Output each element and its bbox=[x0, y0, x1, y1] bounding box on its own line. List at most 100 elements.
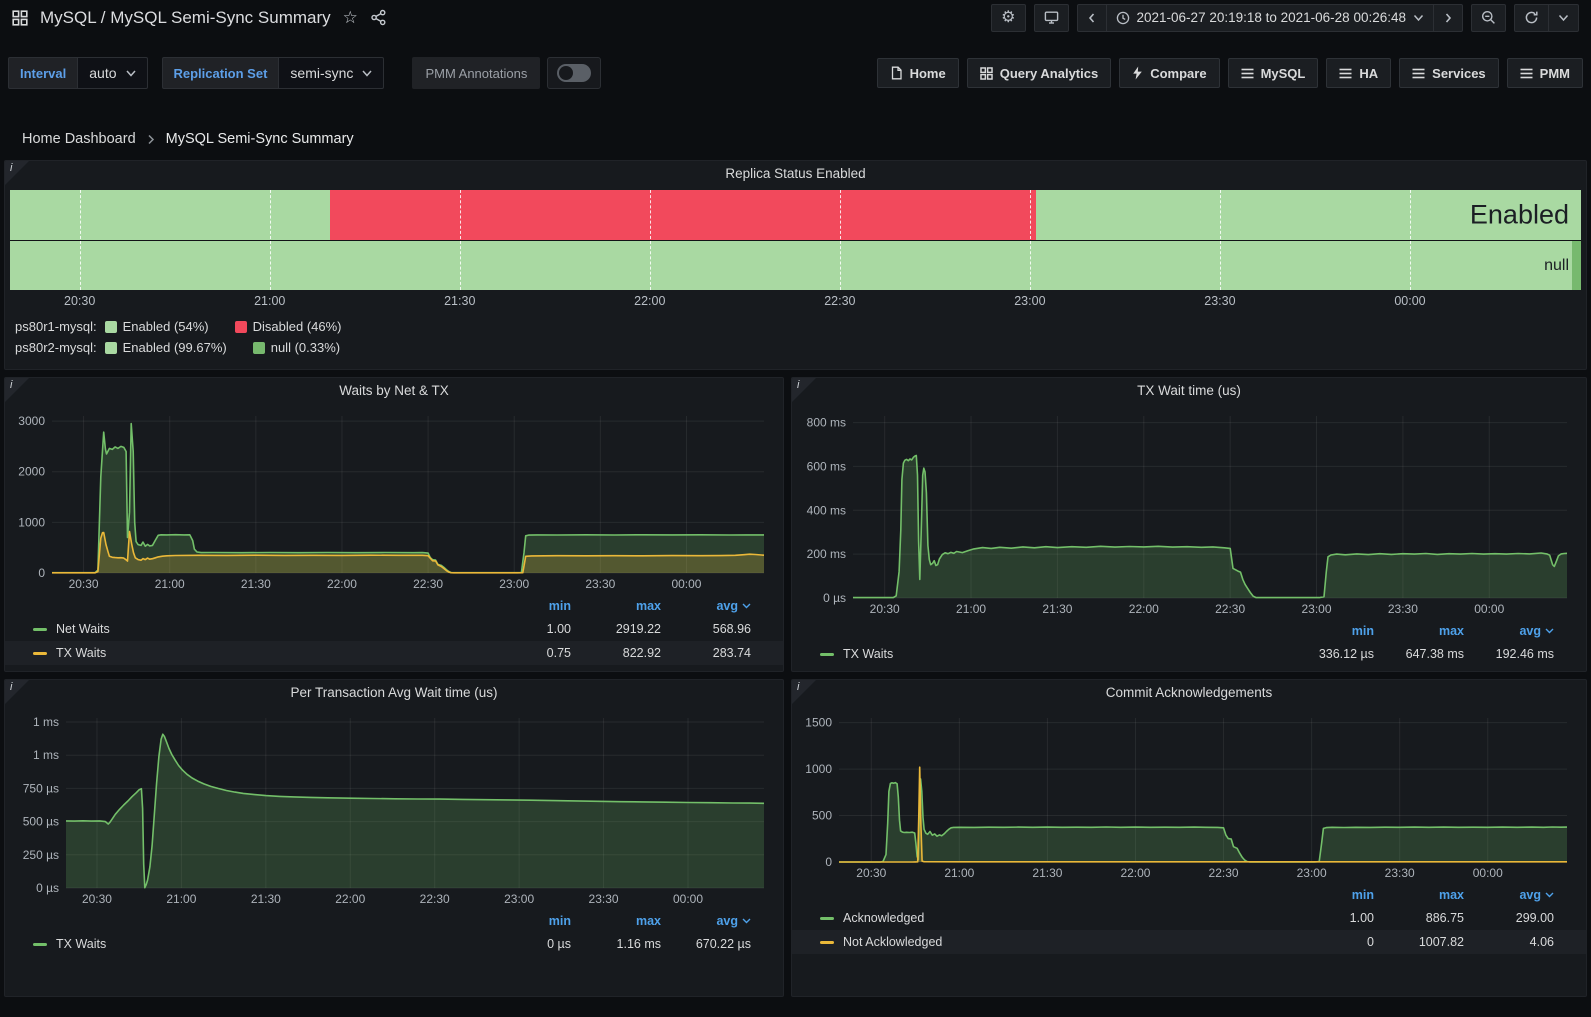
panel-info-icon[interactable]: i bbox=[792, 680, 816, 704]
replication-set-selected-option: semi-sync bbox=[290, 65, 354, 81]
x-tick-label: 23:30 bbox=[1385, 866, 1415, 880]
legend-row-acknowledged[interactable]: Acknowledged 1.00 886.75 299.00 bbox=[792, 906, 1586, 930]
per-transaction-chart[interactable]: 0 µs 250 µs 500 µs 750 µs 1 ms 1 ms 20:30 21:00… bbox=[10, 710, 778, 908]
refresh-button[interactable] bbox=[1514, 3, 1549, 32]
star-icon[interactable]: ☆ bbox=[343, 8, 358, 28]
panel-info-icon[interactable]: i bbox=[5, 161, 29, 185]
legend-min-value: 0.75 bbox=[546, 646, 571, 660]
interval-variable-label[interactable]: Interval bbox=[8, 57, 78, 89]
interval-variable-value[interactable]: auto bbox=[77, 57, 148, 89]
x-tick-label: 23:30 bbox=[585, 577, 615, 591]
panel-info-icon[interactable]: i bbox=[792, 378, 816, 402]
nav-button-services[interactable]: Services bbox=[1399, 58, 1499, 88]
legend-max-value: 1007.82 bbox=[1418, 935, 1464, 949]
panel-tx-wait-time: i TX Wait time (us) 0 µs 200 ms 400 ms 600 … bbox=[791, 377, 1587, 672]
panel-title[interactable]: Commit Acknowledgements bbox=[792, 680, 1586, 706]
replication-set-variable-value[interactable]: semi-sync bbox=[278, 57, 385, 89]
legend-row-net-waits[interactable]: Net Waits 1.00 2919.22 568.96 bbox=[5, 617, 783, 641]
legend-item[interactable]: Enabled (99.67%) bbox=[104, 340, 227, 355]
legend-item[interactable]: Disabled (46%) bbox=[234, 319, 342, 334]
nav-button-ha[interactable]: HA bbox=[1326, 58, 1392, 88]
x-tick-label: 21:00 bbox=[254, 294, 286, 308]
refresh-interval-dropdown[interactable] bbox=[1548, 3, 1579, 32]
panel-title[interactable]: TX Wait time (us) bbox=[792, 378, 1586, 404]
nav-button-home[interactable]: Home bbox=[876, 58, 959, 88]
nav-button-query-analytics[interactable]: Query Analytics bbox=[966, 58, 1112, 88]
panel-info-icon[interactable]: i bbox=[5, 378, 29, 402]
series-host-label: ps80r1-mysql: bbox=[15, 319, 97, 334]
legend-col-avg[interactable]: avg bbox=[1464, 624, 1554, 638]
legend-col-min[interactable]: min bbox=[1284, 624, 1374, 638]
chart-canvas[interactable]: 0 µs 200 ms 400 ms 600 ms 800 ms 20:30 21:00 21… bbox=[797, 408, 1581, 618]
legend-min-value: 336.12 µs bbox=[1318, 647, 1374, 661]
current-state-label: Enabled bbox=[1469, 199, 1569, 230]
panel-title[interactable]: Per Transaction Avg Wait time (us) bbox=[5, 680, 783, 706]
series-host-label: ps80r2-mysql: bbox=[15, 340, 97, 355]
x-tick-label: 00:00 bbox=[1474, 602, 1504, 616]
legend-row-tx-waits[interactable]: TX Waits 336.12 µs 647.38 ms 192.46 ms bbox=[792, 642, 1586, 666]
nav-button-mysql[interactable]: MySQL bbox=[1227, 58, 1319, 88]
apps-grid-icon[interactable] bbox=[12, 9, 28, 26]
x-tick-label: 00:00 bbox=[673, 892, 703, 906]
series-area bbox=[66, 734, 764, 888]
breadcrumb-home[interactable]: Home Dashboard bbox=[22, 131, 136, 147]
replication-set-variable-label[interactable]: Replication Set bbox=[161, 57, 279, 89]
share-icon[interactable] bbox=[370, 9, 387, 26]
legend-col-max[interactable]: max bbox=[1374, 888, 1464, 902]
legend-row-not-acknowledged[interactable]: Not Acklowledged 0 1007.82 4.06 bbox=[792, 930, 1586, 954]
panel-title[interactable]: Replica Status Enabled bbox=[5, 161, 1586, 187]
zoom-out-button[interactable] bbox=[1471, 3, 1506, 32]
legend-col-min[interactable]: min bbox=[481, 914, 571, 928]
waits-chart[interactable]: 0 1000 2000 3000 20:30 21:00 21:30 22:00 22:30 23… bbox=[10, 408, 778, 593]
y-tick-label: 750 µs bbox=[23, 781, 59, 795]
y-tick-label: 600 ms bbox=[807, 459, 846, 473]
legend-max-value: 822.92 bbox=[622, 646, 661, 660]
legend-col-min[interactable]: min bbox=[1284, 888, 1374, 902]
pmm-annotations-toggle[interactable] bbox=[547, 57, 602, 89]
commit-acknowledgements-chart[interactable]: 0 500 1000 1500 20:30 21:00 21:30 22:00 22:30 23:… bbox=[797, 710, 1581, 882]
replica-status-timeline[interactable]: Enabled null bbox=[10, 190, 1581, 290]
state-swatch bbox=[234, 320, 247, 333]
timeline-row-ps80r1-mysql[interactable]: Enabled bbox=[10, 190, 1581, 240]
y-tick-label: 1 ms bbox=[33, 748, 59, 762]
x-tick-label: 21:30 bbox=[1032, 866, 1062, 880]
y-tick-label: 0 µs bbox=[36, 881, 59, 895]
legend-item[interactable]: null (0.33%) bbox=[252, 340, 340, 355]
legend-col-max[interactable]: max bbox=[571, 914, 661, 928]
timeline-row-ps80r2-mysql[interactable]: null bbox=[10, 240, 1581, 290]
dashboard-title[interactable]: MySQL / MySQL Semi-Sync Summary bbox=[40, 8, 331, 28]
time-forward-button[interactable] bbox=[1433, 3, 1463, 32]
legend-max-value: 2919.22 bbox=[615, 622, 661, 636]
panel-title[interactable]: Waits by Net & TX bbox=[5, 378, 783, 404]
legend-line-ps80r2: ps80r2-mysql: Enabled (99.67%) null (0.3… bbox=[15, 337, 1586, 358]
x-tick-label: 22:00 bbox=[1120, 866, 1150, 880]
legend-header: min max avg bbox=[792, 620, 1586, 642]
time-range-picker[interactable]: 2021-06-27 20:19:18 to 2021-06-28 00:26:… bbox=[1105, 3, 1434, 32]
chart-canvas[interactable]: 0 1000 2000 3000 20:30 21:00 21:30 22:00 22:30 23… bbox=[10, 408, 778, 593]
panel-info-icon[interactable]: i bbox=[5, 680, 29, 704]
legend-col-avg[interactable]: avg bbox=[661, 599, 751, 613]
legend-col-max[interactable]: max bbox=[571, 599, 661, 613]
chevron-down-icon bbox=[1545, 892, 1554, 898]
legend-item[interactable]: Enabled (54%) bbox=[104, 319, 209, 334]
legend-col-max[interactable]: max bbox=[1374, 624, 1464, 638]
chart-canvas[interactable]: 0 µs 250 µs 500 µs 750 µs 1 ms 1 ms 20:30 21:00… bbox=[10, 710, 778, 908]
legend-col-min[interactable]: min bbox=[481, 599, 571, 613]
x-tick-label: 23:30 bbox=[1204, 294, 1236, 308]
x-tick-label: 22:00 bbox=[634, 294, 666, 308]
settings-button[interactable]: ⚙ bbox=[991, 3, 1026, 32]
x-tick-label: 21:30 bbox=[444, 294, 476, 308]
nav-button-pmm[interactable]: PMM bbox=[1506, 58, 1583, 88]
legend-min-value: 1.00 bbox=[1349, 911, 1374, 925]
legend-col-avg[interactable]: avg bbox=[1464, 888, 1554, 902]
legend-row-tx-waits[interactable]: TX Waits 0 µs 1.16 ms 670.22 µs bbox=[5, 932, 783, 956]
tx-wait-time-chart[interactable]: 0 µs 200 ms 400 ms 600 ms 800 ms 20:30 21:00 21… bbox=[797, 408, 1581, 618]
panel-commit-acknowledgements: i Commit Acknowledgements 0 500 1000 1500 20… bbox=[791, 679, 1587, 997]
legend-min-value: 0 µs bbox=[547, 937, 571, 951]
time-back-button[interactable] bbox=[1076, 3, 1107, 32]
tv-mode-button[interactable] bbox=[1033, 3, 1069, 32]
chart-canvas[interactable]: 0 500 1000 1500 20:30 21:00 21:30 22:00 22:30 23:… bbox=[797, 710, 1581, 882]
legend-row-tx-waits[interactable]: TX Waits 0.75 822.92 283.74 bbox=[5, 641, 783, 665]
nav-button-compare[interactable]: Compare bbox=[1119, 58, 1220, 88]
legend-col-avg[interactable]: avg bbox=[661, 914, 751, 928]
